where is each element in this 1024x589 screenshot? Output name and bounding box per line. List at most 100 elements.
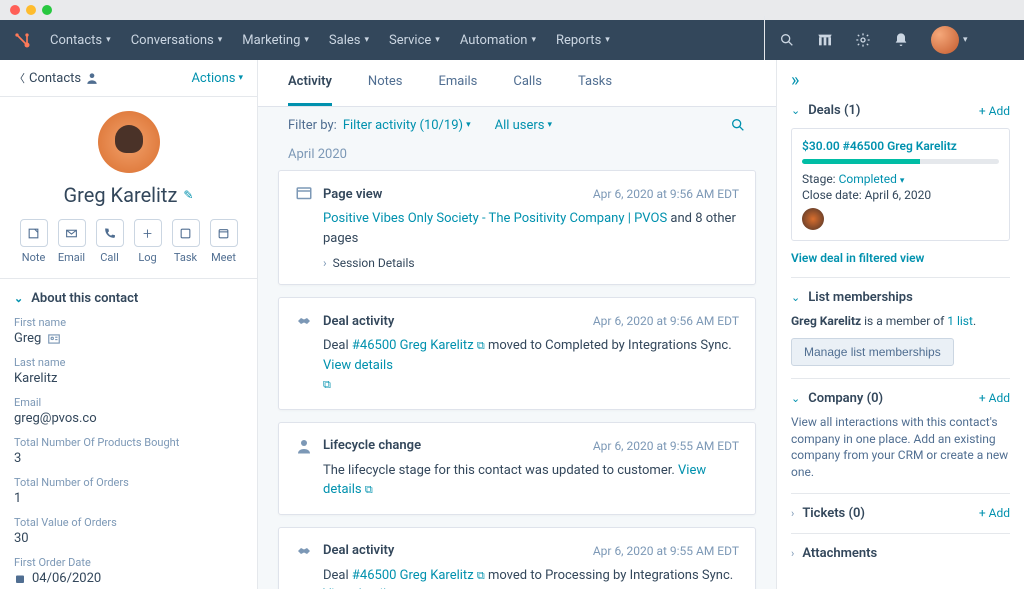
chevron-down-icon[interactable]: ⌄ (791, 291, 800, 304)
add-deal-button[interactable]: + Add (979, 104, 1010, 118)
total-value-value[interactable]: 30 (14, 531, 243, 546)
first-order-value[interactable]: 04/06/2020 (14, 571, 243, 586)
card-icon (47, 332, 61, 346)
profile-avatar[interactable] (98, 111, 160, 173)
hubspot-logo (12, 30, 32, 50)
filter-users-dropdown[interactable]: All users▾ (495, 118, 552, 133)
timeline-date-group: April 2020 (258, 143, 776, 170)
search-icon[interactable] (779, 32, 795, 48)
task-button[interactable]: Task (172, 219, 200, 264)
chevron-down-icon[interactable]: ⌄ (791, 392, 800, 405)
deal-stage-dropdown[interactable]: Completed ▾ (839, 172, 905, 186)
call-button[interactable]: Call (96, 219, 124, 264)
card-date: Apr 6, 2020 at 9:55 AM EDT (593, 544, 739, 558)
field-label: Total Number Of Products Bought (14, 436, 243, 449)
lists-section-title: List memberships (808, 290, 913, 305)
card-title: Deal activity (323, 543, 394, 558)
timeline-search-icon[interactable] (730, 117, 746, 133)
deal-name: $30.00 #46500 Greg Karelitz (802, 139, 999, 153)
external-link-icon[interactable]: ⧉ (477, 569, 485, 582)
tickets-section-title: Tickets (0) (802, 506, 865, 521)
manage-lists-button[interactable]: Manage list memberships (791, 338, 954, 366)
card-date: Apr 6, 2020 at 9:56 AM EDT (593, 314, 739, 328)
contact-name: Greg Karelitz ✎ (64, 183, 194, 207)
tab-calls[interactable]: Calls (513, 60, 542, 106)
browser-icon (295, 185, 313, 203)
session-details-toggle[interactable]: ›Session Details (295, 256, 739, 270)
products-bought-value[interactable]: 3 (14, 451, 243, 466)
timeline-card-deal: Deal activity Apr 6, 2020 at 9:55 AM EDT… (278, 527, 756, 589)
chevron-right-icon[interactable]: › (791, 507, 794, 520)
pencil-icon[interactable]: ✎ (183, 188, 193, 202)
bell-icon[interactable] (893, 32, 909, 48)
about-section-toggle[interactable]: ⌄ About this contact (14, 291, 243, 306)
tab-tasks[interactable]: Tasks (578, 60, 612, 106)
mac-minimize[interactable] (26, 5, 36, 15)
mac-close[interactable] (10, 5, 20, 15)
company-section-title: Company (0) (808, 391, 883, 406)
list-count-link[interactable]: 1 list (947, 314, 973, 328)
log-button[interactable]: +Log (134, 219, 162, 264)
email-value[interactable]: greg@pvos.co (14, 411, 243, 426)
meet-button[interactable]: Meet (210, 219, 238, 264)
add-ticket-button[interactable]: + Add (979, 506, 1010, 520)
deal-card[interactable]: $30.00 #46500 Greg Karelitz Stage: Compl… (791, 128, 1010, 241)
filter-activity-dropdown[interactable]: Filter activity (10/19)▾ (343, 118, 471, 133)
card-date: Apr 6, 2020 at 9:55 AM EDT (593, 439, 739, 453)
nav-service[interactable]: Service▾ (389, 33, 440, 48)
external-link-icon[interactable]: ⧉ (323, 378, 331, 391)
person-icon (295, 437, 313, 455)
attachments-section-title: Attachments (802, 546, 877, 561)
first-name-value[interactable]: Greg (14, 331, 243, 346)
handshake-icon (295, 312, 313, 330)
nav-contacts[interactable]: Contacts▾ (50, 33, 111, 48)
card-title: Deal activity (323, 314, 394, 329)
collapse-panel-icon[interactable]: » (791, 70, 1010, 91)
deal-close-date: April 6, 2020 (865, 188, 932, 202)
tab-activity[interactable]: Activity (288, 60, 332, 106)
mac-zoom[interactable] (42, 5, 52, 15)
deals-section-title: Deals (1) (808, 103, 860, 118)
deal-progress (802, 159, 999, 164)
last-name-value[interactable]: Karelitz (14, 371, 243, 386)
company-description: View all interactions with this contact'… (791, 414, 1010, 481)
gear-icon[interactable] (855, 32, 871, 48)
nav-reports[interactable]: Reports▾ (556, 33, 610, 48)
nav-marketing[interactable]: Marketing▾ (242, 33, 309, 48)
deal-link[interactable]: #46500 Greg Karelitz (352, 568, 474, 583)
nav-conversations[interactable]: Conversations▾ (131, 33, 223, 48)
chevron-right-icon[interactable]: › (791, 547, 794, 560)
calendar-icon (14, 573, 26, 585)
tab-notes[interactable]: Notes (368, 60, 403, 106)
tab-emails[interactable]: Emails (438, 60, 477, 106)
field-label: Total Number of Orders (14, 476, 243, 489)
external-link-icon[interactable]: ⧉ (365, 483, 373, 496)
card-date: Apr 6, 2020 at 9:56 AM EDT (593, 187, 739, 201)
view-deal-link[interactable]: View deal in filtered view (791, 251, 1010, 265)
num-orders-value[interactable]: 1 (14, 491, 243, 506)
marketplace-icon[interactable] (817, 32, 833, 48)
field-label: First Order Date (14, 556, 243, 569)
activity-tabs: Activity Notes Emails Calls Tasks (258, 60, 776, 107)
deal-owner-avatar (802, 208, 824, 230)
back-to-contacts[interactable]: 〈Contacts (14, 70, 99, 86)
right-panel: » ⌄ Deals (1) + Add $30.00 #46500 Greg K… (776, 60, 1024, 589)
card-title: Lifecycle change (323, 438, 421, 453)
list-membership-text: Greg Karelitz is a member of 1 list. (791, 313, 1010, 330)
deal-link[interactable]: #46500 Greg Karelitz (352, 338, 474, 353)
center-panel: Activity Notes Emails Calls Tasks Filter… (258, 60, 776, 589)
chevron-down-icon[interactable]: ⌄ (791, 104, 800, 117)
account-menu[interactable]: ▾ (931, 26, 968, 54)
nav-sales[interactable]: Sales▾ (329, 33, 369, 48)
nav-menu: Contacts▾ Conversations▾ Marketing▾ Sale… (50, 33, 610, 48)
view-details-link[interactable]: View details (323, 358, 393, 373)
actions-dropdown[interactable]: Actions▾ (191, 71, 243, 86)
timeline-card-deal: Deal activity Apr 6, 2020 at 9:56 AM EDT… (278, 297, 756, 410)
note-button[interactable]: Note (20, 219, 48, 264)
left-panel: 〈Contacts Actions▾ Greg Karelitz ✎ Note … (0, 60, 258, 589)
email-button[interactable]: Email (58, 219, 86, 264)
page-link[interactable]: Positive Vibes Only Society - The Positi… (323, 211, 667, 226)
nav-automation[interactable]: Automation▾ (460, 33, 536, 48)
add-company-button[interactable]: + Add (979, 391, 1010, 405)
external-link-icon[interactable]: ⧉ (477, 339, 485, 352)
